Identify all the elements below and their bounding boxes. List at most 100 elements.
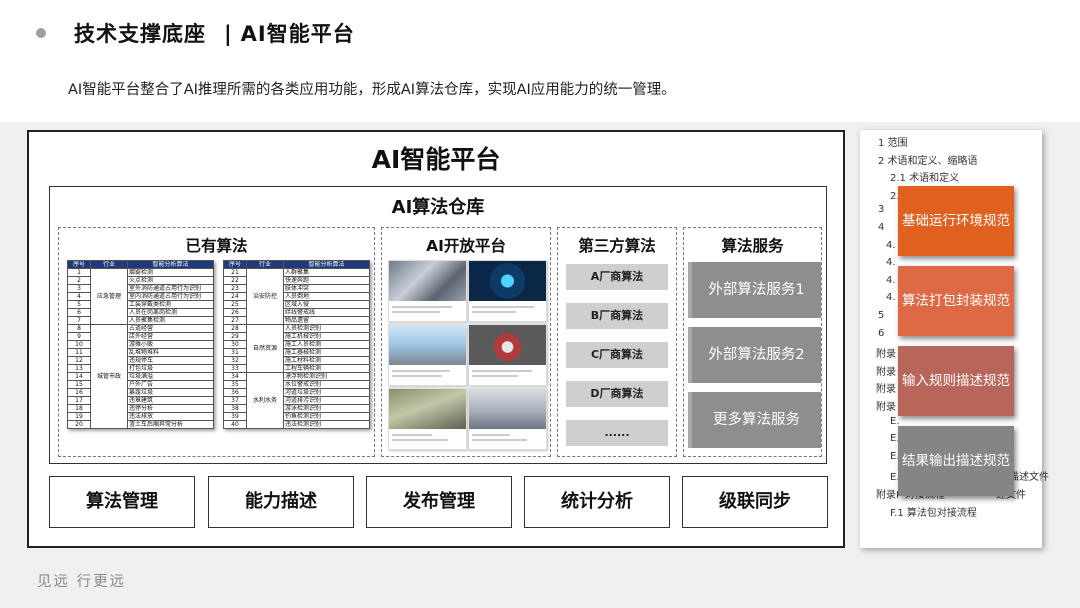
table-cell-algorithm: 工程车辆检测	[283, 364, 370, 373]
spec-card-output[interactable]: 结果输出描述规范	[898, 426, 1014, 496]
algorithm-services-title: 算法服务	[721, 237, 784, 255]
table-row: 12 违规停车	[67, 356, 214, 365]
toc-item[interactable]: 附录	[876, 380, 896, 395]
table-cell-algorithm: 违停分析	[127, 404, 214, 413]
vendor-algorithm[interactable]: C厂商算法	[566, 342, 668, 368]
table-cell-algorithm: 室内消防通道占用行为识别	[127, 292, 214, 301]
toc-item[interactable]: 1 范围	[878, 134, 908, 149]
table-cell-index: 39	[223, 412, 247, 421]
table-header-cell: 序号	[67, 260, 91, 269]
toc-item[interactable]: 4.	[886, 257, 896, 268]
platform-tile	[388, 260, 467, 322]
tile-image	[469, 261, 546, 301]
vendor-algorithm[interactable]: A厂商算法	[566, 264, 668, 290]
table-cell-algorithm: 垃圾满溢	[127, 372, 214, 381]
spec-card-packaging[interactable]: 算法打包封装规范	[898, 266, 1014, 336]
toc-item[interactable]: 3	[878, 204, 884, 215]
table-cell-index: 5	[67, 300, 91, 309]
toc-item[interactable]: 附录	[876, 345, 896, 360]
toc-item[interactable]: 附录	[876, 363, 896, 378]
feature-cascade-sync[interactable]: 级联同步	[682, 476, 828, 528]
vendor-algorithm-more[interactable]: ......	[566, 420, 668, 446]
table-cell-index: 37	[223, 396, 247, 405]
platform-title: AI智能平台	[371, 145, 501, 174]
service-item[interactable]: 外部算法服务2	[688, 327, 821, 383]
title-separator: |	[224, 22, 233, 46]
table-cell-index: 6	[67, 308, 91, 317]
service-item[interactable]: 外部算法服务1	[688, 262, 821, 318]
toc-item[interactable]: 4.	[886, 292, 896, 303]
table-cell-index: 24	[223, 292, 247, 301]
table-cell-index: 26	[223, 308, 247, 317]
table-cell-algorithm: 河道排污识别	[283, 396, 370, 405]
toc-item[interactable]: F.1 算法包对接流程	[890, 504, 977, 519]
table-row: 3 室外消防通道占用行为识别	[67, 284, 214, 293]
table-row: 30 施工人员检测	[223, 340, 370, 349]
table-header-cell: 智能分析算法	[283, 260, 370, 269]
table-row: 31 施工器械检测	[223, 348, 370, 357]
table-row: 14 垃圾满溢	[67, 372, 214, 381]
tile-image	[389, 261, 466, 301]
feature-statistical-analysis[interactable]: 统计分析	[524, 476, 670, 528]
table-cell-index: 22	[223, 276, 247, 285]
table-cell-index: 13	[67, 364, 91, 373]
tile-image	[469, 325, 546, 365]
toc-item[interactable]: 2 术语和定义、缩略语	[878, 152, 978, 167]
open-platform-title: AI开放平台	[426, 237, 506, 255]
table-cell-algorithm: 水位警戒识别	[283, 380, 370, 389]
table-row: 21 治安防控 人群聚集	[223, 268, 370, 325]
feature-capability-description[interactable]: 能力描述	[208, 476, 354, 528]
table-cell-industry: 应急管理	[90, 268, 128, 325]
table-cell-algorithm: 肢体冲突	[283, 284, 370, 293]
table-cell-industry: 自然资源	[246, 324, 284, 373]
vendor-algorithm[interactable]: D厂商算法	[566, 381, 668, 407]
service-item[interactable]: 更多算法服务	[688, 392, 821, 448]
spec-card-input-rules[interactable]: 输入规则描述规范	[898, 346, 1014, 416]
platform-tile	[388, 324, 467, 386]
table-row: 22 快速奔跑	[223, 276, 370, 285]
toc-item[interactable]: E.	[890, 416, 900, 427]
vendor-algorithm[interactable]: B厂商算法	[566, 303, 668, 329]
feature-algorithm-management[interactable]: 算法管理	[49, 476, 195, 528]
table-row: 8 城管市政 占道经营	[67, 324, 214, 429]
open-platform-grid	[388, 260, 547, 450]
table-cell-index: 18	[67, 404, 91, 413]
tile-text-line	[392, 434, 432, 436]
table-row: 5 工装穿戴类检测	[67, 300, 214, 309]
toc-item[interactable]: 4.	[886, 275, 896, 286]
toc-item[interactable]: 附录	[876, 398, 896, 413]
toc-item[interactable]: 6	[878, 328, 884, 339]
spec-card-runtime[interactable]: 基础运行环境规范	[898, 186, 1014, 256]
table-row: 26 绊线警戒线	[223, 308, 370, 317]
table-cell-index: 15	[67, 380, 91, 389]
table-row: 20 渣土车后厢异常分析	[67, 420, 214, 429]
toc-item[interactable]: 4	[878, 222, 884, 233]
toc-item[interactable]: 2.1 术语和定义	[890, 169, 959, 184]
title-main: 技术支撑底座	[74, 22, 206, 46]
tile-text-line	[472, 434, 510, 436]
feature-release-management[interactable]: 发布管理	[366, 476, 512, 528]
tile-text-line	[472, 306, 534, 308]
platform-tile	[468, 388, 547, 450]
table-row: 7 人员聚集检测	[67, 316, 214, 325]
table-row: 16 暴露垃圾	[67, 388, 214, 397]
table-cell-algorithm: 违法排放	[127, 412, 214, 421]
toc-item[interactable]: 4.	[886, 240, 896, 251]
table-cell-index: 36	[223, 388, 247, 397]
table-row: 18 违停分析	[67, 404, 214, 413]
table-cell-index: 38	[223, 404, 247, 413]
table-row: 33 工程车辆检测	[223, 364, 370, 373]
table-cell-index: 33	[223, 364, 247, 373]
toc-item[interactable]: 5	[878, 310, 884, 321]
table-cell-algorithm: 漂浮物检测识别	[283, 372, 370, 381]
title-section: AI智能平台	[240, 22, 355, 46]
open-platform-section: AI开放平台	[381, 227, 551, 457]
algorithm-table-2: 序号 行业 智能分析算法 21 治安防控 人群聚集 22 快速奔跑 23 肢体冲突 24 人员倒地 25…	[223, 260, 370, 429]
table-header-row: 序号 行业 智能分析算法	[223, 260, 370, 269]
table-cell-index: 35	[223, 380, 247, 389]
table-row: 40 违法检测识别	[223, 420, 370, 429]
tile-image	[389, 325, 466, 365]
tile-text-line	[472, 370, 532, 372]
table-cell-index: 31	[223, 348, 247, 357]
table-cell-algorithm: 违章建筑	[127, 396, 214, 405]
